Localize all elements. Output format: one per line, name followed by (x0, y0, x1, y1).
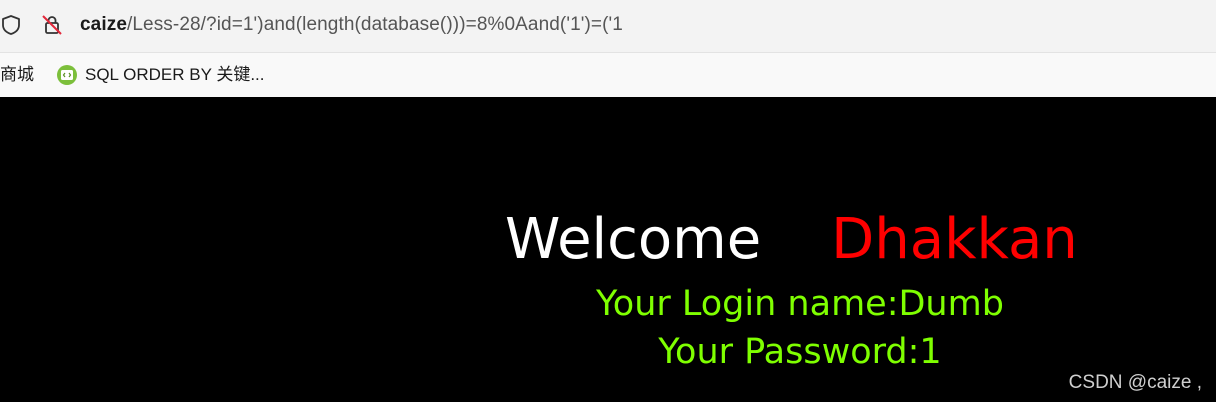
url-text[interactable]: caize/Less-28/?id=1')and(length(database… (80, 13, 623, 37)
password-text: Your Password:1 (658, 332, 942, 372)
bookmark-mall[interactable]: 商城 (0, 64, 34, 86)
lock-slash-icon[interactable] (40, 13, 64, 37)
page-content: Welcome Dhakkan Your Login name:Dumb Your… (0, 97, 1216, 402)
csdn-watermark: CSDN @caize , (1068, 372, 1202, 393)
bookmarks-bar: 商城 SQL ORDER BY 关键... (0, 52, 1216, 99)
welcome-text: Welcome (505, 207, 762, 272)
bookmark-sql-order-by[interactable]: SQL ORDER BY 关键... (85, 64, 265, 86)
code-bookmark-icon (57, 65, 77, 85)
login-name-text: Your Login name:Dumb (596, 284, 1004, 324)
url-path: /Less-28/?id=1')and(length(database()))=… (126, 14, 623, 35)
shield-icon[interactable] (0, 14, 22, 36)
url-host: caize (80, 14, 127, 35)
address-bar[interactable]: caize/Less-28/?id=1')and(length(database… (0, 0, 1216, 48)
dhakkan-text: Dhakkan (831, 207, 1078, 272)
welcome-heading: Welcome Dhakkan (505, 207, 1078, 273)
browser-chrome: caize/Less-28/?id=1')and(length(database… (0, 0, 1216, 99)
